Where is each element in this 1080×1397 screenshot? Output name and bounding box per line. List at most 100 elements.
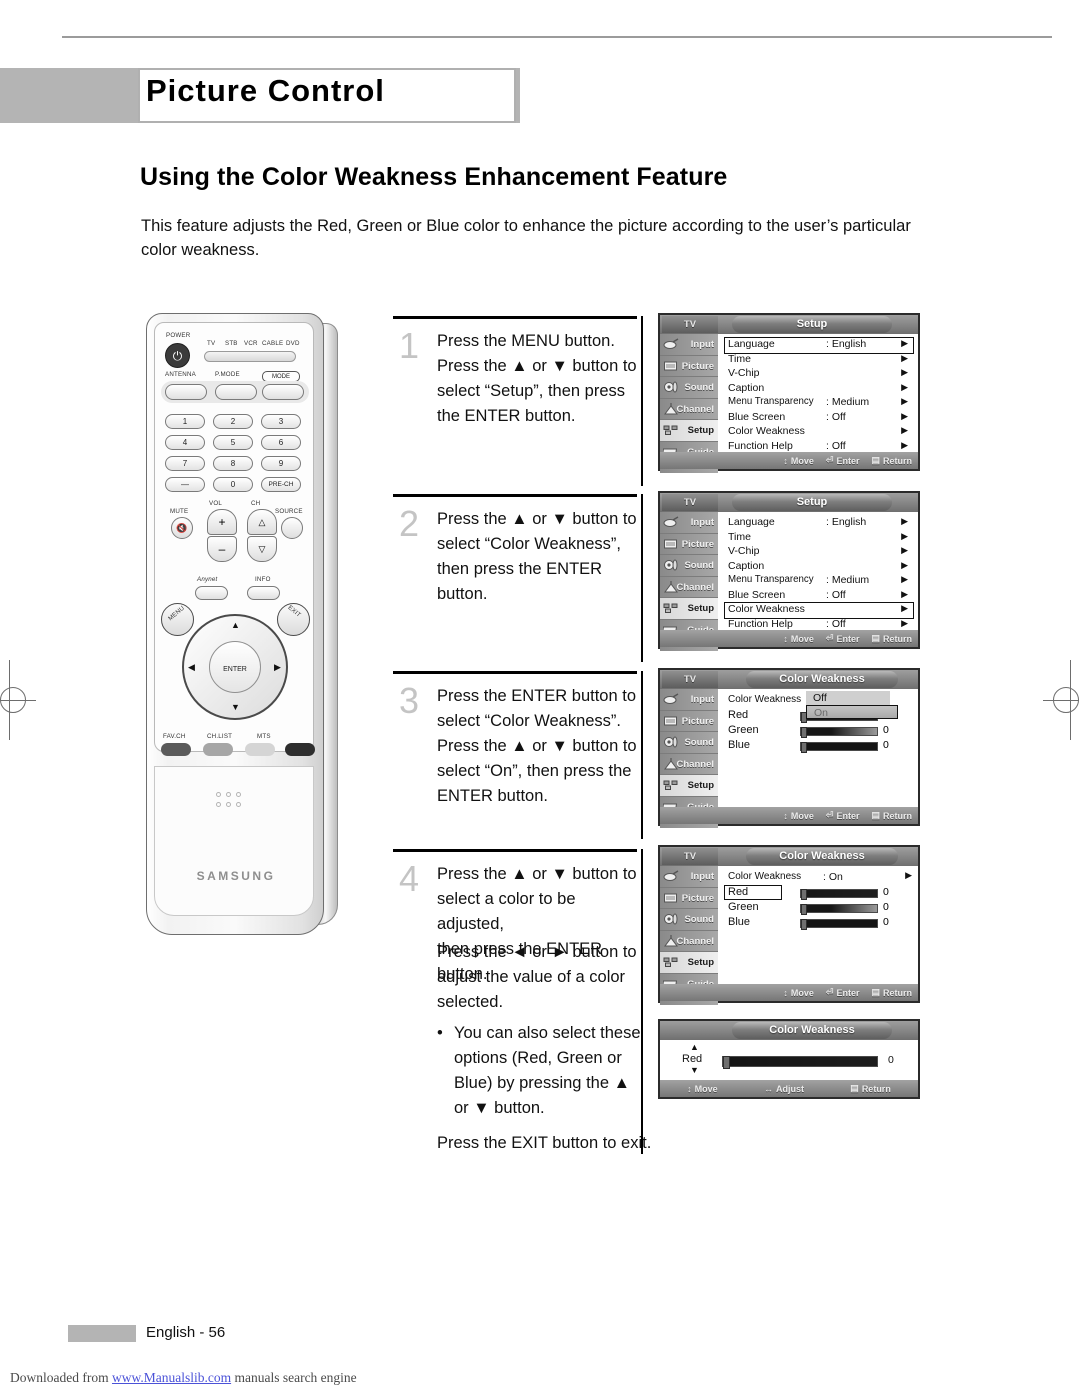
sidebar-item-sound[interactable]: Sound xyxy=(660,555,718,577)
sidebar-item-channel[interactable]: Channel xyxy=(660,399,718,420)
sidebar-item-picture[interactable]: Picture xyxy=(660,711,718,732)
osd1-row-vchip[interactable]: V-Chip ▶ xyxy=(722,367,914,382)
osd3-blue-slider[interactable] xyxy=(800,742,878,753)
osd1-row-color-weakness[interactable]: Color Weakness ▶ xyxy=(722,425,914,440)
setup-icon xyxy=(663,601,679,616)
osd1-row-time[interactable]: Time ▶ xyxy=(722,353,914,368)
mode-button[interactable] xyxy=(262,384,304,400)
osd4-blue-slider[interactable] xyxy=(800,919,878,930)
number-button-6[interactable]: 6 xyxy=(261,435,301,450)
unlabeled-button[interactable] xyxy=(285,743,315,756)
info-label: INFO xyxy=(255,576,271,583)
sidebar-item-channel[interactable]: Channel xyxy=(660,577,718,598)
chevron-right-icon: ▶ xyxy=(901,367,908,377)
source-label: SOURCE xyxy=(275,508,303,515)
channel-up-button[interactable]: △ xyxy=(247,509,277,535)
sidebar-item-sound[interactable]: Sound xyxy=(660,909,718,931)
number-button-8[interactable]: 8 xyxy=(213,456,253,471)
power-button[interactable]: ⏻ xyxy=(165,343,190,368)
osd2-row-blue-screen[interactable]: Blue Screen : Off ▶ xyxy=(722,589,914,604)
osd1-row-blue-screen[interactable]: Blue Screen : Off ▶ xyxy=(722,411,914,426)
prech-button[interactable]: PRE-CH xyxy=(261,477,301,492)
osd5-down-arrow-icon[interactable]: ▼ xyxy=(690,1065,699,1075)
chlist-button[interactable] xyxy=(203,743,233,756)
mute-button[interactable]: 🔇 xyxy=(171,517,193,539)
pmode-label: P.MODE xyxy=(215,371,240,378)
sidebar-item-setup[interactable]: Setup xyxy=(660,420,718,442)
sidebar-item-setup[interactable]: Setup xyxy=(660,775,718,797)
download-suffix: manuals search engine xyxy=(231,1370,357,1385)
osd2-row-vchip[interactable]: V-Chip ▶ xyxy=(722,545,914,560)
channel-down-button[interactable]: ▽ xyxy=(247,536,277,562)
anynet-button[interactable] xyxy=(195,586,228,600)
osd3-title: Color Weakness xyxy=(746,671,898,688)
number-button-4[interactable]: 4 xyxy=(165,435,205,450)
section-heading: Using the Color Weakness Enhancement Fea… xyxy=(140,163,728,191)
input-icon xyxy=(663,692,679,707)
manualslib-link[interactable]: www.Manualslib.com xyxy=(112,1370,231,1385)
device-selector-bar[interactable] xyxy=(204,351,296,362)
top-divider xyxy=(62,36,1052,38)
mts-button[interactable] xyxy=(245,743,275,756)
osd2-row-caption[interactable]: Caption ▶ xyxy=(722,560,914,575)
channel-icon xyxy=(663,580,679,595)
osd1-row-menu-transparency[interactable]: Menu Transparency : Medium ▶ xyxy=(722,396,914,411)
nav-right-icon[interactable]: ▶ xyxy=(274,662,281,673)
sidebar-item-input[interactable]: Input xyxy=(660,689,718,711)
sidebar-item-sound[interactable]: Sound xyxy=(660,377,718,399)
sidebar-item-setup[interactable]: Setup xyxy=(660,952,718,974)
sidebar-item-picture[interactable]: Picture xyxy=(660,356,718,377)
sidebar-item-picture[interactable]: Picture xyxy=(660,888,718,909)
dropdown-option-off[interactable]: Off xyxy=(806,691,890,705)
number-button-0[interactable]: 0 xyxy=(213,477,253,492)
osd5-up-arrow-icon[interactable]: ▲ xyxy=(690,1042,699,1052)
number-button-3[interactable]: 3 xyxy=(261,414,301,429)
sidebar-item-setup[interactable]: Setup xyxy=(660,598,718,620)
number-button-9[interactable]: 9 xyxy=(261,456,301,471)
sidebar-item-input[interactable]: Input xyxy=(660,334,718,356)
sidebar-item-picture[interactable]: Picture xyxy=(660,534,718,555)
input-icon xyxy=(663,515,679,530)
osd2-row-time[interactable]: Time ▶ xyxy=(722,531,914,546)
enter-button[interactable]: ENTER xyxy=(209,641,261,693)
volume-up-button[interactable]: + xyxy=(207,509,237,535)
nav-up-icon[interactable]: ▲ xyxy=(231,620,240,630)
osd3-green-slider[interactable] xyxy=(800,727,878,738)
sidebar-item-input[interactable]: Input xyxy=(660,866,718,888)
osd2-row-language[interactable]: Language : English ▶ xyxy=(722,516,914,531)
dropdown-option-on[interactable]: On xyxy=(806,705,898,719)
osd4-tv-tab: TV xyxy=(662,848,718,865)
nav-left-icon[interactable]: ◀ xyxy=(188,662,195,673)
number-button-2[interactable]: 2 xyxy=(213,414,253,429)
number-button-7[interactable]: 7 xyxy=(165,456,205,471)
volume-down-button[interactable]: – xyxy=(207,536,237,562)
sidebar-item-sound[interactable]: Sound xyxy=(660,732,718,754)
sidebar-item-channel[interactable]: Channel xyxy=(660,931,718,952)
chevron-right-icon: ▶ xyxy=(901,617,908,628)
number-button-5[interactable]: 5 xyxy=(213,435,253,450)
sidebar-item-channel[interactable]: Channel xyxy=(660,754,718,775)
osd1-hints: ↕ Move ⏎ Enter ▤ Return xyxy=(660,452,918,469)
nav-down-icon[interactable]: ▼ xyxy=(231,702,240,712)
download-prefix: Downloaded from xyxy=(10,1370,112,1385)
source-button[interactable] xyxy=(281,517,303,539)
step-3-text: Press the ENTER button to select “Color … xyxy=(437,687,637,805)
pmode-button[interactable] xyxy=(215,384,257,400)
osd1-row-language[interactable]: Language : English ▶ xyxy=(722,337,914,354)
osd4-value-color-weakness: : On xyxy=(823,871,843,883)
info-button[interactable] xyxy=(247,586,280,600)
osd1-row-caption[interactable]: Caption ▶ xyxy=(722,382,914,397)
osd4-green-slider[interactable] xyxy=(800,904,878,915)
mts-label: MTS xyxy=(257,733,271,740)
favch-button[interactable] xyxy=(161,743,191,756)
number-button-1[interactable]: 1 xyxy=(165,414,205,429)
osd2-row-menu-transparency[interactable]: Menu Transparency : Medium ▶ xyxy=(722,574,914,589)
osd4-red-slider[interactable] xyxy=(800,889,878,900)
osd5-red-slider[interactable] xyxy=(722,1056,878,1069)
osd3-dropdown[interactable]: Off On xyxy=(806,691,898,719)
antenna-button[interactable] xyxy=(165,384,207,400)
dash-button[interactable]: — xyxy=(165,477,205,492)
sidebar-item-input[interactable]: Input xyxy=(660,512,718,534)
osd-color-weakness-compact: Color Weakness ▲ Red ▼ 0 ↕ Move ↔ Adjust ▤… xyxy=(658,1019,920,1099)
osd2-row-color-weakness[interactable]: Color Weakness ▶ xyxy=(722,602,914,619)
